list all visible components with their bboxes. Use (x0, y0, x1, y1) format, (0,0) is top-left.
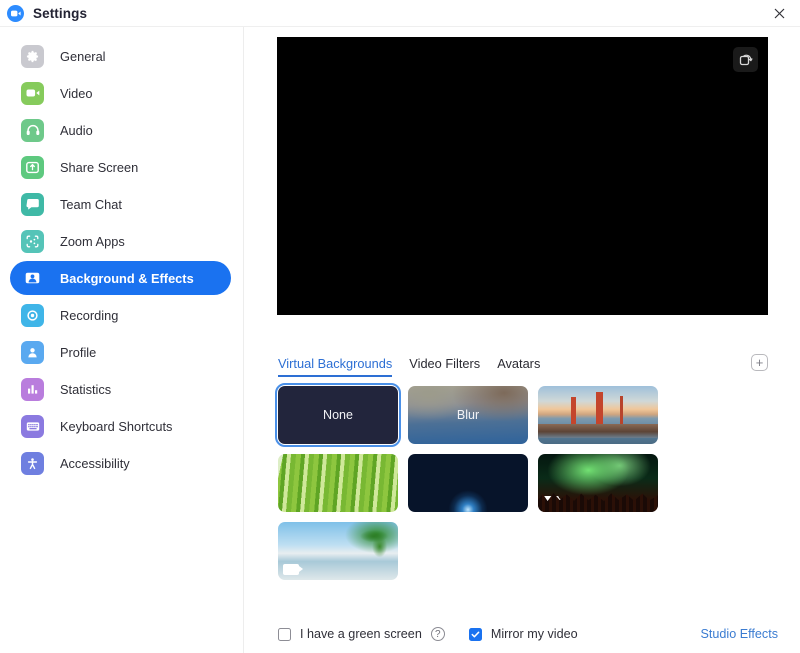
bar-chart-icon (21, 377, 44, 401)
checkmark-icon (471, 631, 480, 637)
zoom-video-logo-icon (7, 4, 24, 22)
mirror-video-checkbox[interactable] (468, 627, 482, 641)
sidebar-item-label: Statistics (60, 381, 112, 397)
chat-icon (21, 192, 44, 216)
upload-icon (21, 155, 44, 179)
video-badge-icon (283, 564, 303, 575)
thumbnail-label: None (323, 408, 353, 422)
sidebar-item-label: Audio (60, 122, 93, 138)
tab-avatars[interactable]: Avatars (497, 356, 540, 377)
video-preview (277, 37, 768, 315)
pop-out-icon[interactable] (733, 47, 758, 72)
sidebar-item-label: General (60, 48, 106, 64)
person-card-icon (21, 266, 44, 290)
background-thumbnail-golden-gate[interactable] (538, 386, 658, 444)
question-mark-icon[interactable]: ? (430, 627, 445, 641)
video-badge-icon (543, 496, 563, 507)
tab-video-filters[interactable]: Video Filters (409, 356, 480, 377)
background-thumbnail-grid: None Blur (275, 383, 778, 580)
sidebar-item-profile[interactable]: Profile (10, 335, 231, 369)
sidebar-item-video[interactable]: Video (10, 76, 231, 110)
record-icon (21, 303, 44, 327)
settings-sidebar: General Video Audio Share Screen Team Ch (0, 27, 243, 653)
green-screen-label: I have a green screen (300, 627, 422, 641)
sidebar-item-audio[interactable]: Audio (10, 113, 231, 147)
sidebar-item-label: Team Chat (60, 196, 122, 212)
gear-icon (21, 44, 44, 68)
headset-icon (21, 118, 44, 142)
background-thumbnail-grass[interactable] (278, 454, 398, 512)
sidebar-item-label: Accessibility (60, 455, 130, 471)
green-screen-checkbox[interactable] (278, 627, 291, 641)
page-title: Settings (33, 5, 88, 21)
background-tabs: Virtual Backgrounds Video Filters Avatar… (278, 354, 768, 382)
background-thumbnail-aurora[interactable] (538, 454, 658, 512)
sidebar-item-statistics[interactable]: Statistics (10, 372, 231, 406)
background-thumbnail-earth[interactable] (408, 454, 528, 512)
profile-icon (21, 340, 44, 364)
sidebar-item-accessibility[interactable]: Accessibility (10, 446, 231, 480)
accessibility-icon (21, 451, 44, 475)
sidebar-item-label: Video (60, 85, 93, 101)
close-icon[interactable] (758, 0, 800, 26)
studio-effects-link[interactable]: Studio Effects (701, 627, 778, 641)
sidebar-item-share-screen[interactable]: Share Screen (10, 150, 231, 184)
background-thumbnail-beach[interactable] (278, 522, 398, 580)
apps-icon (21, 229, 44, 253)
sidebar-item-label: Zoom Apps (60, 233, 125, 249)
sidebar-item-label: Keyboard Shortcuts (60, 418, 173, 434)
sidebar-item-label: Profile (60, 344, 97, 360)
sidebar-item-label: Share Screen (60, 159, 139, 175)
sidebar-item-keyboard-shortcuts[interactable]: Keyboard Shortcuts (10, 409, 231, 443)
video-icon (21, 81, 44, 105)
background-thumbnail-none[interactable]: None (275, 383, 401, 447)
bottom-controls: I have a green screen ? Mirror my video … (278, 621, 778, 647)
title-bar: Settings (0, 0, 800, 26)
main-panel: Virtual Backgrounds Video Filters Avatar… (244, 27, 800, 653)
add-background-button[interactable]: + (751, 354, 768, 371)
keyboard-icon (21, 414, 44, 438)
mirror-video-label: Mirror my video (490, 627, 578, 641)
tab-virtual-backgrounds[interactable]: Virtual Backgrounds (278, 356, 393, 377)
sidebar-item-label: Recording (60, 307, 119, 323)
sidebar-item-general[interactable]: General (10, 39, 231, 73)
sidebar-item-recording[interactable]: Recording (10, 298, 231, 332)
sidebar-item-label: Background & Effects (60, 270, 194, 286)
sidebar-item-zoom-apps[interactable]: Zoom Apps (10, 224, 231, 258)
thumbnail-label: Blur (456, 408, 480, 422)
sidebar-item-background-and-effects[interactable]: Background & Effects (10, 261, 231, 295)
background-thumbnail-blur[interactable]: Blur (408, 386, 528, 444)
sidebar-item-team-chat[interactable]: Team Chat (10, 187, 231, 221)
settings-window: Settings General Video Audio Share Scree… (0, 0, 800, 653)
